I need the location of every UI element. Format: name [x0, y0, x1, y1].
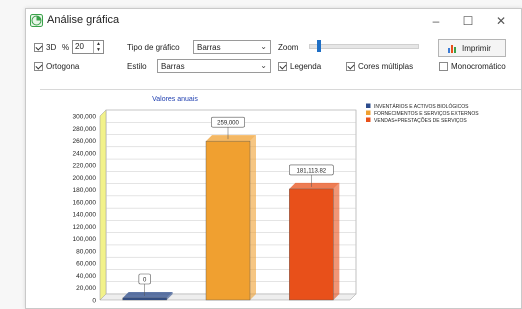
legend-swatch — [366, 110, 371, 115]
chart-options-toolbar: 3D % 20 ▲ ▼ Tipo de gráfico Barras ⌄ Zoom… — [26, 33, 521, 79]
y-tick-label: 180,000 — [73, 187, 97, 194]
minimize-button[interactable]: – — [422, 12, 450, 30]
three-d-checkbox[interactable] — [34, 43, 43, 52]
legend-swatch — [366, 103, 371, 108]
legend-entry: FORNECIMENTOS E SERVIÇOS EXTERNOS — [374, 111, 479, 117]
legend-entry: VENDAS+PRESTAÇÕES DE SERVIÇOS — [374, 117, 467, 124]
y-tick-label: 240,000 — [73, 150, 97, 157]
bar-chart-icon — [448, 45, 456, 53]
style-value: Barras — [161, 62, 185, 71]
y-tick-label: 20,000 — [76, 285, 96, 292]
bar-side — [333, 182, 340, 300]
percent-value: 20 — [75, 42, 84, 51]
maximize-button[interactable]: ☐ — [454, 12, 482, 30]
bar — [289, 188, 334, 301]
style-label: Estilo — [127, 62, 147, 71]
style-select[interactable]: Barras ⌄ — [157, 59, 271, 73]
legend-entry: INVENTÁRIOS E ACTIVOS BIOLÓGICOS — [374, 103, 469, 110]
bar — [205, 140, 251, 301]
y-tick-label: 140,000 — [73, 212, 97, 219]
bar-top — [206, 135, 256, 142]
y-tick-label: 300,000 — [73, 114, 97, 121]
bar-side — [250, 135, 256, 300]
percent-label: % — [62, 43, 70, 52]
y-tick-label: 40,000 — [76, 273, 96, 280]
chart-type-select[interactable]: Barras ⌄ — [193, 40, 271, 54]
title-bar[interactable]: Análise gráfica – ☐ ✕ — [26, 9, 521, 33]
chart-type-label: Tipo de gráfico — [127, 43, 180, 52]
spinner-arrows-icon[interactable]: ▲ ▼ — [93, 41, 103, 53]
chart-title: Valores anuais — [152, 96, 198, 103]
close-button[interactable]: ✕ — [487, 12, 515, 30]
legend-label: Legenda — [290, 62, 322, 71]
data-label: 259,000 — [217, 121, 239, 127]
three-d-label: 3D — [46, 43, 57, 52]
orthogonal-checkbox[interactable] — [34, 62, 43, 71]
y-tick-label: 160,000 — [73, 199, 97, 206]
monochrome-label: Monocromático — [451, 62, 506, 71]
percent-spinner[interactable]: 20 ▲ ▼ — [72, 40, 104, 54]
legend-swatch — [366, 117, 371, 122]
chart-type-value: Barras — [197, 43, 221, 52]
bar-top — [122, 292, 173, 298]
zoom-slider[interactable] — [309, 44, 419, 49]
y-tick-label: 260,000 — [73, 138, 97, 145]
y-tick-label: 60,000 — [76, 261, 96, 268]
print-label: Imprimir — [462, 44, 491, 53]
bar — [122, 297, 167, 301]
bar-chart: Valores anuais 0 20,000 40,000 60,000 80,000 1… — [73, 96, 480, 305]
zoom-slider-thumb[interactable] — [317, 40, 322, 52]
window-title: Análise gráfica — [47, 14, 120, 26]
chart-area: Valores anuais 0 20,000 40,000 60,000 80,000 1… — [40, 89, 521, 308]
y-tick-label: 220,000 — [73, 163, 97, 170]
y-tick-label: 0 — [92, 298, 96, 305]
multi-colors-checkbox[interactable] — [346, 62, 355, 71]
y-tick-label: 100,000 — [73, 236, 97, 243]
monochrome-checkbox[interactable] — [439, 62, 448, 71]
chart-side-wall — [99, 109, 107, 301]
y-tick-label: 120,000 — [73, 224, 97, 231]
legend-checkbox[interactable] — [278, 62, 287, 71]
y-tick-label: 80,000 — [76, 248, 96, 255]
orthogonal-label: Ortogona — [46, 62, 80, 71]
analysis-window: Análise gráfica – ☐ ✕ 3D % 20 ▲ ▼ Tipo de… — [25, 8, 522, 309]
chevron-down-icon: ⌄ — [260, 61, 267, 70]
multi-colors-label: Cores múltiplas — [358, 62, 414, 71]
chevron-down-icon: ⌄ — [260, 42, 267, 51]
print-button[interactable]: Imprimir — [438, 39, 506, 57]
chart-app-icon — [30, 14, 43, 27]
zoom-label: Zoom — [278, 43, 299, 52]
bar-top — [289, 182, 340, 189]
y-tick-label: 280,000 — [73, 126, 97, 133]
data-label: 181,113.82 — [297, 168, 327, 174]
y-tick-label: 200,000 — [73, 175, 97, 182]
